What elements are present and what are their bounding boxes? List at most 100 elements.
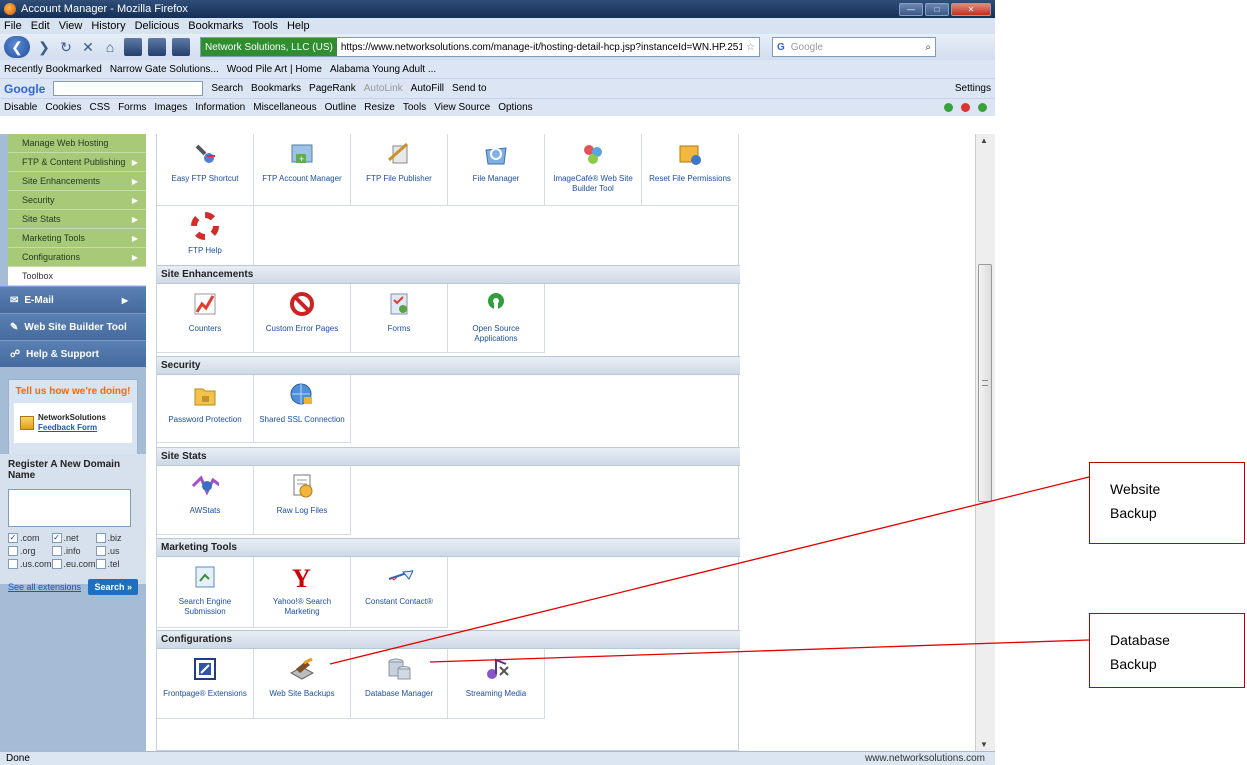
checkbox-icon[interactable]: [51, 559, 62, 569]
maximize-button[interactable]: □: [925, 2, 949, 16]
domain-search-button[interactable]: Search »: [88, 579, 138, 595]
forward-icon[interactable]: ❯: [36, 39, 52, 56]
sidebar-item-security[interactable]: Security ▶: [8, 191, 146, 210]
bookmark-item[interactable]: Alabama Young Adult ...: [330, 64, 436, 75]
tld-checkbox[interactable]: .tel: [95, 559, 132, 569]
site-identity-badge[interactable]: Network Solutions, LLC (US): [201, 38, 337, 56]
vertical-scrollbar[interactable]: ▲ ▼: [975, 134, 995, 751]
sidebar-item-site-enhancements[interactable]: Site Enhancements ▶: [8, 172, 146, 191]
feedback-box[interactable]: NetworkSolutions Feedback Form: [14, 403, 132, 443]
google-toolbar-item[interactable]: Send to: [452, 83, 486, 94]
see-all-extensions-link[interactable]: See all extensions: [8, 582, 81, 592]
webdev-item[interactable]: Outline: [325, 102, 357, 113]
webdev-item[interactable]: Cookies: [45, 102, 81, 113]
checkbox-icon[interactable]: [51, 546, 62, 556]
url-text[interactable]: https://www.networksolutions.com/manage-…: [337, 42, 742, 53]
scroll-thumb[interactable]: [978, 264, 992, 502]
google-toolbar-item[interactable]: Bookmarks: [251, 83, 301, 94]
tool-database-manager[interactable]: Database Manager: [351, 649, 448, 719]
tld-checkbox[interactable]: .eu.com: [51, 559, 96, 569]
toolbar-addon-icon[interactable]: [148, 38, 166, 56]
scroll-down-icon[interactable]: ▼: [980, 740, 988, 749]
google-toolbar-item[interactable]: PageRank: [309, 83, 356, 94]
feedback-link[interactable]: Feedback Form: [38, 423, 106, 433]
checkbox-checked-icon[interactable]: ✓: [8, 533, 18, 543]
tool-shared-ssl[interactable]: Shared SSL Connection: [254, 375, 351, 443]
tool-streaming-media[interactable]: Streaming Media: [448, 649, 545, 719]
checkbox-icon[interactable]: [95, 546, 106, 556]
webdev-item[interactable]: View Source: [434, 102, 490, 113]
home-icon[interactable]: ⌂: [102, 39, 118, 55]
minimize-button[interactable]: —: [899, 2, 923, 16]
menu-delicious[interactable]: Delicious: [135, 20, 180, 32]
url-bar[interactable]: Network Solutions, LLC (US) https://www.…: [200, 37, 760, 57]
tool-password-protection[interactable]: Password Protection: [157, 375, 254, 443]
webdev-item[interactable]: Information: [195, 102, 245, 113]
menu-view[interactable]: View: [59, 20, 83, 32]
webdev-item[interactable]: Tools: [403, 102, 426, 113]
menu-tools[interactable]: Tools: [252, 20, 278, 32]
tld-checkbox[interactable]: .biz: [95, 533, 132, 543]
menu-bookmarks[interactable]: Bookmarks: [188, 20, 243, 32]
tool-ftp-file-publisher[interactable]: FTP File Publisher: [351, 134, 448, 206]
sidebar-item-site-stats[interactable]: Site Stats ▶: [8, 210, 146, 229]
reload-icon[interactable]: ↻: [58, 39, 74, 56]
checkbox-icon[interactable]: [95, 559, 106, 569]
star-icon[interactable]: ☆: [742, 42, 759, 53]
sidebar-item-ftp[interactable]: FTP & Content Publishing ▶: [8, 153, 146, 172]
sidebar-item-site-builder[interactable]: ✎ Web Site Builder Tool: [0, 313, 146, 340]
toolbar-addon-icon[interactable]: [124, 38, 142, 56]
tool-custom-error-pages[interactable]: Custom Error Pages: [254, 284, 351, 353]
checkbox-icon[interactable]: [8, 559, 18, 569]
tool-easy-ftp-shortcut[interactable]: Easy FTP Shortcut: [157, 134, 254, 206]
webdev-item[interactable]: Forms: [118, 102, 146, 113]
sidebar-item-configurations[interactable]: Configurations ▶: [8, 248, 146, 267]
tld-checkbox[interactable]: .org: [8, 546, 52, 556]
tool-counters[interactable]: Counters: [157, 284, 254, 353]
google-toolbar-item[interactable]: Search: [211, 83, 243, 94]
webdev-item[interactable]: Disable: [4, 102, 37, 113]
tool-frontpage-extensions[interactable]: Frontpage® Extensions: [157, 649, 254, 719]
search-magnifier-icon[interactable]: ⌕: [925, 42, 931, 53]
tool-reset-file-permissions[interactable]: Reset File Permissions: [642, 134, 739, 206]
close-button[interactable]: ✕: [951, 2, 991, 16]
tld-checkbox[interactable]: .us.com: [8, 559, 52, 569]
tool-forms[interactable]: Forms: [351, 284, 448, 353]
menu-file[interactable]: File: [4, 20, 22, 32]
google-toolbar-item[interactable]: AutoFill: [411, 83, 444, 94]
webdev-item[interactable]: Options: [498, 102, 532, 113]
google-toolbar-item[interactable]: AutoLink: [364, 83, 403, 94]
webdev-item[interactable]: Miscellaneous: [253, 102, 316, 113]
sidebar-item-help[interactable]: ☍ Help & Support: [0, 340, 146, 367]
tool-awstats[interactable]: AWStats: [157, 466, 254, 535]
webdev-item[interactable]: Resize: [364, 102, 395, 113]
sidebar-item-email[interactable]: ✉ E-Mail ▶: [0, 286, 146, 313]
bookmark-item[interactable]: Wood Pile Art | Home: [227, 64, 322, 75]
sidebar-item-toolbox[interactable]: Toolbox: [8, 267, 146, 286]
sidebar-item-manage-hosting[interactable]: Manage Web Hosting: [8, 134, 146, 153]
tool-imagecafe-builder[interactable]: ImageCafé® Web Site Builder Tool: [545, 134, 642, 206]
toolbar-addon-icon[interactable]: [172, 38, 190, 56]
tool-web-site-backups[interactable]: Web Site Backups: [254, 649, 351, 719]
tool-search-engine-submission[interactable]: Search Engine Submission: [157, 557, 254, 628]
menu-help[interactable]: Help: [287, 20, 310, 32]
checkbox-icon[interactable]: [8, 546, 18, 556]
menu-edit[interactable]: Edit: [31, 20, 50, 32]
tld-checkbox[interactable]: ✓ .com: [8, 533, 52, 543]
tool-yahoo-search-marketing[interactable]: Y Yahoo!® Search Marketing: [254, 557, 351, 628]
tool-file-manager[interactable]: File Manager: [448, 134, 545, 206]
tool-raw-log-files[interactable]: Raw Log Files: [254, 466, 351, 535]
tld-checkbox[interactable]: .info: [51, 546, 96, 556]
scroll-up-icon[interactable]: ▲: [980, 136, 988, 145]
google-settings[interactable]: Settings: [955, 83, 991, 94]
bookmark-item[interactable]: Narrow Gate Solutions...: [110, 64, 219, 75]
tool-open-source-apps[interactable]: Open Source Applications: [448, 284, 545, 353]
tool-constant-contact[interactable]: Constant Contact®: [351, 557, 448, 628]
tld-checkbox[interactable]: ✓ .net: [51, 533, 96, 543]
google-toolbar-input[interactable]: [53, 81, 204, 96]
sidebar-item-marketing[interactable]: Marketing Tools ▶: [8, 229, 146, 248]
webdev-item[interactable]: Images: [154, 102, 187, 113]
stop-icon[interactable]: ✕: [80, 39, 96, 56]
bookmark-item[interactable]: Recently Bookmarked: [4, 64, 102, 75]
tool-ftp-account-manager[interactable]: + FTP Account Manager: [254, 134, 351, 206]
